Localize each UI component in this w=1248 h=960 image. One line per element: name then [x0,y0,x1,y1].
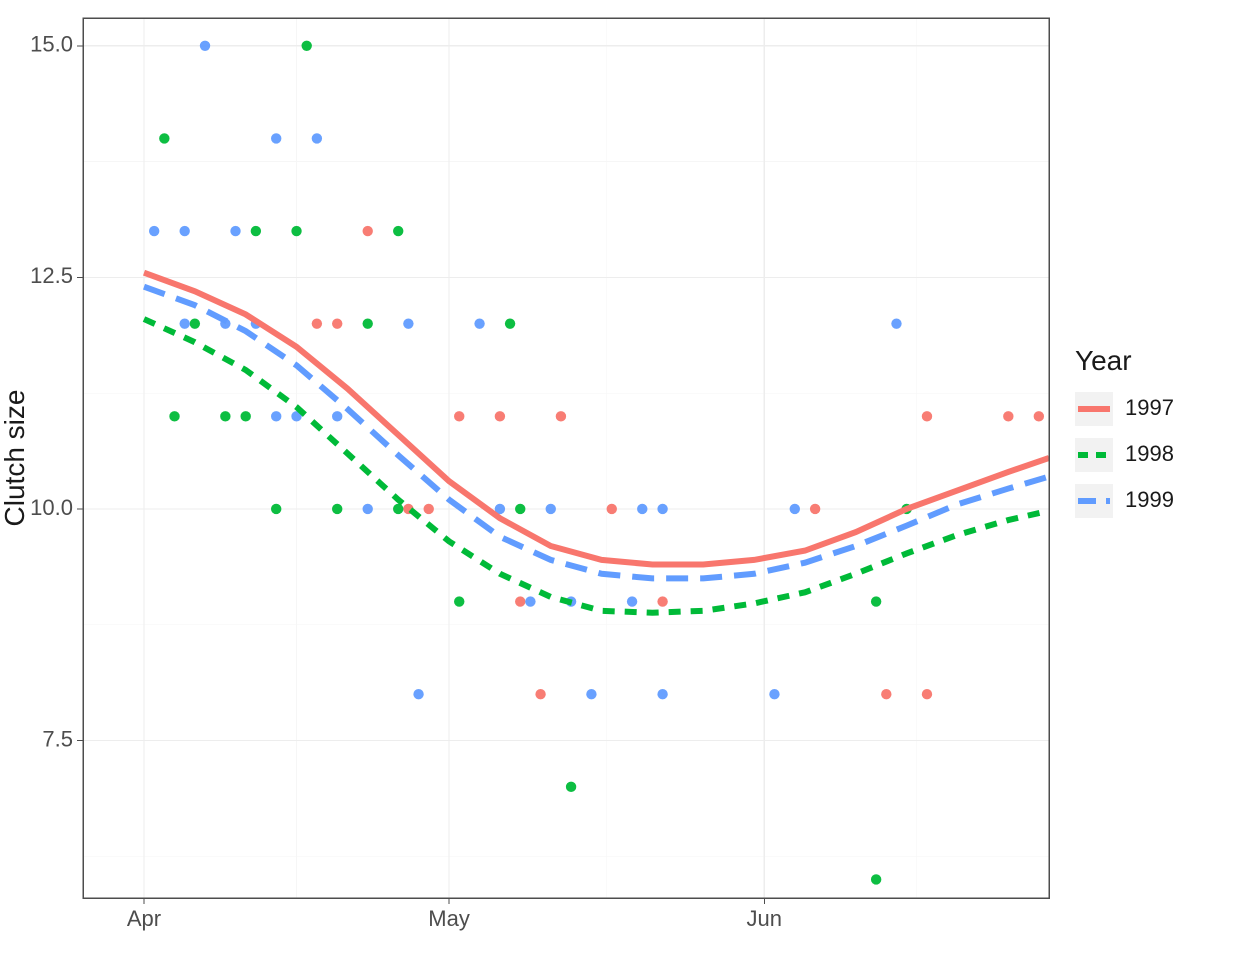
data-point [271,504,281,514]
x-tick-label: Jun [747,906,782,931]
x-tick-label: May [428,906,470,931]
y-tick-label: 15.0 [30,32,73,57]
legend-title: Year [1075,345,1132,376]
data-point [159,133,169,143]
data-point [230,226,240,236]
fitted-lines [144,273,1049,613]
data-point [149,226,159,236]
data-point [312,318,322,328]
data-point [790,504,800,514]
data-point [393,504,403,514]
scatter-points [149,41,1044,885]
data-point [403,318,413,328]
data-point [454,411,464,421]
legend: Year 1997 1998 1999 [1075,345,1174,518]
data-point [871,874,881,884]
data-point [556,411,566,421]
data-point [627,596,637,606]
chart-svg: 7.5 10.0 12.5 15.0 Apr May Jun Clutch size Year 1… [0,0,1248,960]
data-point [363,226,373,236]
data-point [332,318,342,328]
data-point [363,318,373,328]
data-point [515,504,525,514]
data-point [607,504,617,514]
y-axis-title: Clutch size [0,390,30,527]
data-point [179,318,189,328]
data-point [312,133,322,143]
data-point [220,411,230,421]
legend-item: 1998 [1075,438,1174,472]
gridlines [83,18,1049,898]
axes: 7.5 10.0 12.5 15.0 Apr May Jun Clutch size [0,32,782,931]
fit-line-1998 [144,319,1049,613]
data-point [190,318,200,328]
data-point [200,41,210,51]
data-point [179,226,189,236]
data-point [332,504,342,514]
data-point [454,596,464,606]
data-point [922,689,932,699]
data-point [525,596,535,606]
legend-item: 1999 [1075,484,1174,518]
data-point [251,226,261,236]
legend-item: 1997 [1075,392,1174,426]
data-point [474,318,484,328]
fit-line-1999 [144,287,1049,579]
data-point [495,411,505,421]
data-point [871,596,881,606]
data-point [922,411,932,421]
data-point [535,689,545,699]
data-point [810,504,820,514]
data-point [1034,411,1044,421]
data-point [881,689,891,699]
data-point [291,226,301,236]
data-point [657,504,667,514]
data-point [586,689,596,699]
legend-label: 1997 [1125,395,1174,420]
legend-label: 1999 [1125,487,1174,512]
data-point [240,411,250,421]
data-point [657,689,667,699]
data-point [424,504,434,514]
y-tick-label: 10.0 [30,495,73,520]
data-point [393,226,403,236]
data-point [657,596,667,606]
data-point [169,411,179,421]
data-point [1003,411,1013,421]
data-point [413,689,423,699]
panel-border [83,18,1049,898]
data-point [891,318,901,328]
data-point [332,411,342,421]
data-point [769,689,779,699]
data-point [302,41,312,51]
y-tick-label: 7.5 [42,726,73,751]
chart-container: 7.5 10.0 12.5 15.0 Apr May Jun Clutch size Year 1… [0,0,1248,960]
x-tick-label: Apr [127,906,161,931]
data-point [271,133,281,143]
data-point [566,782,576,792]
data-point [637,504,647,514]
data-point [271,411,281,421]
data-point [546,504,556,514]
data-point [515,596,525,606]
legend-label: 1998 [1125,441,1174,466]
data-point [505,318,515,328]
y-tick-label: 12.5 [30,263,73,288]
data-point [363,504,373,514]
